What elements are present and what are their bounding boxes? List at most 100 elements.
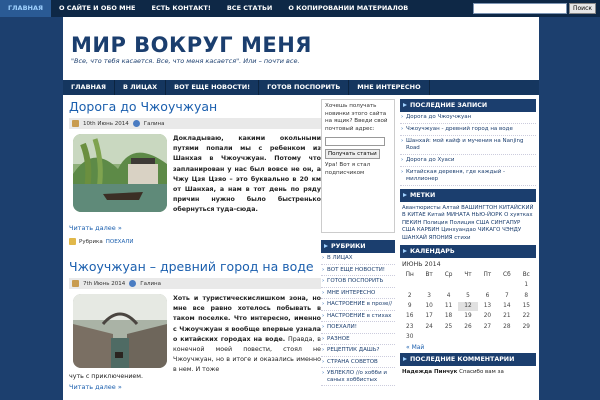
folder-icon	[69, 238, 76, 245]
post-date: 10th Июнь 2014	[83, 120, 129, 127]
post-thumbnail[interactable]	[73, 294, 167, 368]
rubric-item[interactable]: УВЛЕКЛО //о хобби и саных хоббистых	[321, 368, 395, 386]
calendar-day	[419, 281, 438, 290]
rubric-item[interactable]: РАЗНОЕ	[321, 334, 395, 345]
main-nav: ГЛАВНАЯ В ЛИЦАХ ВОТ ЕЩЕ НОВОСТИ! ГОТОВ П…	[63, 80, 539, 95]
calendar-header: Чт	[464, 272, 472, 279]
calendar-day: 11	[444, 302, 453, 309]
post-categories: Рубрика ПОЕХАЛИ	[69, 238, 321, 245]
email-field[interactable]	[325, 137, 385, 146]
calendar-day: 13	[483, 302, 492, 309]
topnav-home[interactable]: ГЛАВНАЯ	[0, 0, 52, 17]
post-meta: 7th Июнь 2014 Галина	[69, 278, 321, 289]
mainnav-debate[interactable]: ГОТОВ ПОСПОРИТЬ	[259, 80, 350, 95]
recent-item[interactable]: Шанхай: мой кайф и мучения на Nanjing Ro…	[400, 136, 536, 155]
calendar-day: 10	[425, 302, 433, 309]
comment-author[interactable]: Надежда Пинчук	[402, 369, 457, 375]
post-meta: 10th Июнь 2014 Галина	[69, 118, 321, 129]
calendar-day	[497, 281, 516, 290]
recent-item[interactable]: Дорога до Хуаси	[400, 155, 536, 167]
tag-cloud[interactable]: Авантюристы Алтай ВАШИНГТОН КИТАЙСКИЙ В …	[400, 202, 536, 245]
post-author[interactable]: Галина	[140, 281, 161, 287]
mainnav-faces[interactable]: В ЛИЦАХ	[115, 80, 167, 95]
user-icon	[129, 280, 137, 287]
search-input[interactable]	[472, 3, 567, 14]
rubric-item[interactable]: СТРАНА СОВЕТОВ	[321, 357, 395, 368]
site-header: МИР ВОКРУГ МЕНЯ "Все, что тебя касается.…	[63, 17, 539, 80]
rubric-item[interactable]: МНЕ ИНТЕРЕСНО	[321, 288, 395, 299]
calendar-header: Сб	[503, 272, 511, 279]
read-more-link[interactable]: Читать далее »	[69, 224, 321, 232]
recent-item[interactable]: Дорога до Чжоучжуан	[400, 112, 536, 124]
rubric-item[interactable]: ВОТ ЕЩЕ НОВОСТИ!	[321, 265, 395, 276]
subscribe-note[interactable]: Ура! Вот я стал подписчиком	[325, 162, 391, 177]
top-search: Поиск	[472, 3, 596, 14]
right-sidebar: ПОСЛЕДНИЕ ЗАПИСИ Дорога до Чжоучжуан Чжо…	[400, 99, 536, 378]
post: Чжоучжуан – древний город на воде 7th Ию…	[69, 259, 321, 391]
rubric-label: Рубрика	[79, 238, 103, 245]
calendar-day: 20	[483, 313, 492, 320]
calendar-day: 23	[406, 323, 414, 330]
post-body: Хоть и туристическиcлишком зона, но мне …	[69, 292, 321, 373]
recent-posts-widget: ПОСЛЕДНИЕ ЗАПИСИ Дорога до Чжоучжуан Чжо…	[400, 99, 536, 186]
calendar-widget: КАЛЕНДАРЬ ИЮНЬ 2014 Пн Вт Ср Чт Пт Сб Вс…	[400, 245, 536, 353]
topnav-all-articles[interactable]: ВСЕ СТАТЬИ	[219, 0, 281, 17]
post-date: 7th Июнь 2014	[83, 280, 126, 287]
subscribe-button[interactable]: Получать статьи	[325, 149, 380, 159]
calendar-day: 22	[522, 313, 530, 320]
calendar-day: 3	[427, 292, 431, 299]
post-author[interactable]: Галина	[144, 121, 165, 127]
rubric-item[interactable]: В ЛИЦАХ	[321, 253, 395, 265]
calendar-day: 9	[407, 302, 412, 309]
recent-item[interactable]: Китайская деревня, где каждый - миллионе…	[400, 167, 536, 186]
calendar-day: 21	[503, 313, 511, 320]
post: Дорога до Чжоучжуан 10th Июнь 2014 Галин…	[69, 99, 321, 259]
calendar-day	[478, 281, 497, 290]
calendar-day: 14	[503, 302, 511, 309]
calendar-day: 28	[503, 323, 511, 330]
post-excerpt: Хоть и туристическиcлишком зона, но мне …	[173, 294, 321, 376]
topnav-about[interactable]: О САЙТЕ И ОБО МНЕ	[51, 0, 144, 17]
post-title[interactable]: Чжоучжуан – древний город на воде	[69, 259, 321, 274]
topnav-copyright[interactable]: О КОПИРОВАНИИ МАТЕРИАЛОВ	[280, 0, 416, 17]
comments-widget: ПОСЛЕДНИЕ КОММЕНТАРИИ Надежда Пинчук Спа…	[400, 353, 536, 378]
calendar-day: 19	[464, 313, 472, 320]
rubric-item[interactable]: РЕЦЕПТИК ДАШЬ?	[321, 345, 395, 357]
post-thumbnail[interactable]	[73, 134, 167, 212]
calendar-header: Вс	[522, 272, 530, 279]
calendar-day: 25	[444, 323, 453, 330]
read-more-link[interactable]: Читать далее »	[69, 383, 321, 391]
search-button[interactable]: Поиск	[568, 3, 596, 14]
mainnav-home[interactable]: ГЛАВНАЯ	[63, 80, 116, 95]
calendar-day: 16	[406, 313, 414, 320]
calendar-day	[458, 281, 477, 290]
rubric-item[interactable]: ПОЕХАЛИ!	[321, 322, 395, 334]
comment-item: Надежда Пинчук Спасибо вам за	[400, 366, 536, 378]
calendar-day: 15	[522, 302, 530, 309]
rubrics-title: РУБРИКИ	[321, 240, 395, 253]
rubric-item[interactable]: ГОТОВ ПОСПОРИТЬ	[321, 276, 395, 288]
tags-title: МЕТКИ	[400, 189, 536, 202]
tags-widget: МЕТКИ Авантюристы Алтай ВАШИНГТОН КИТАЙС…	[400, 189, 536, 245]
rubric-item[interactable]: НАСТРОЕНИЕ в прозе//	[321, 299, 395, 311]
rubrics-list: В ЛИЦАХ ВОТ ЕЩЕ НОВОСТИ! ГОТОВ ПОСПОРИТЬ…	[321, 253, 395, 386]
calendar-day: 2	[407, 292, 412, 299]
topnav-contact[interactable]: ЕСТЬ КОНТАКТ!	[144, 0, 219, 17]
calendar-header: Ср	[444, 272, 453, 279]
recent-item[interactable]: Чжоучжуан - древний город на воде	[400, 124, 536, 136]
rubric-link[interactable]: ПОЕХАЛИ	[106, 239, 134, 245]
calendar-day: 29	[522, 323, 530, 330]
recent-title: ПОСЛЕДНИЕ ЗАПИСИ	[400, 99, 536, 112]
site-title[interactable]: МИР ВОКРУГ МЕНЯ	[71, 33, 312, 57]
comment-text[interactable]: Спасибо вам за	[459, 369, 504, 375]
post-body: Докладываю, какими окольными путями попа…	[69, 132, 321, 222]
rubric-item[interactable]: НАСТРОЕНИЕ в стихах	[321, 311, 395, 322]
mainnav-interesting[interactable]: МНЕ ИНТЕРЕСНО	[349, 80, 430, 95]
mainnav-news[interactable]: ВОТ ЕЩЕ НОВОСТИ!	[166, 80, 260, 95]
post-title[interactable]: Дорога до Чжоучжуан	[69, 99, 321, 114]
comments-title: ПОСЛЕДНИЕ КОММЕНТАРИИ	[400, 353, 536, 367]
calendar-title: КАЛЕНДАРЬ	[400, 245, 536, 259]
post-excerpt: Докладываю, какими окольными путями попа…	[173, 135, 321, 214]
calendar-prev-link[interactable]: « Май	[400, 342, 536, 353]
calendar-header: Пн	[405, 272, 414, 279]
